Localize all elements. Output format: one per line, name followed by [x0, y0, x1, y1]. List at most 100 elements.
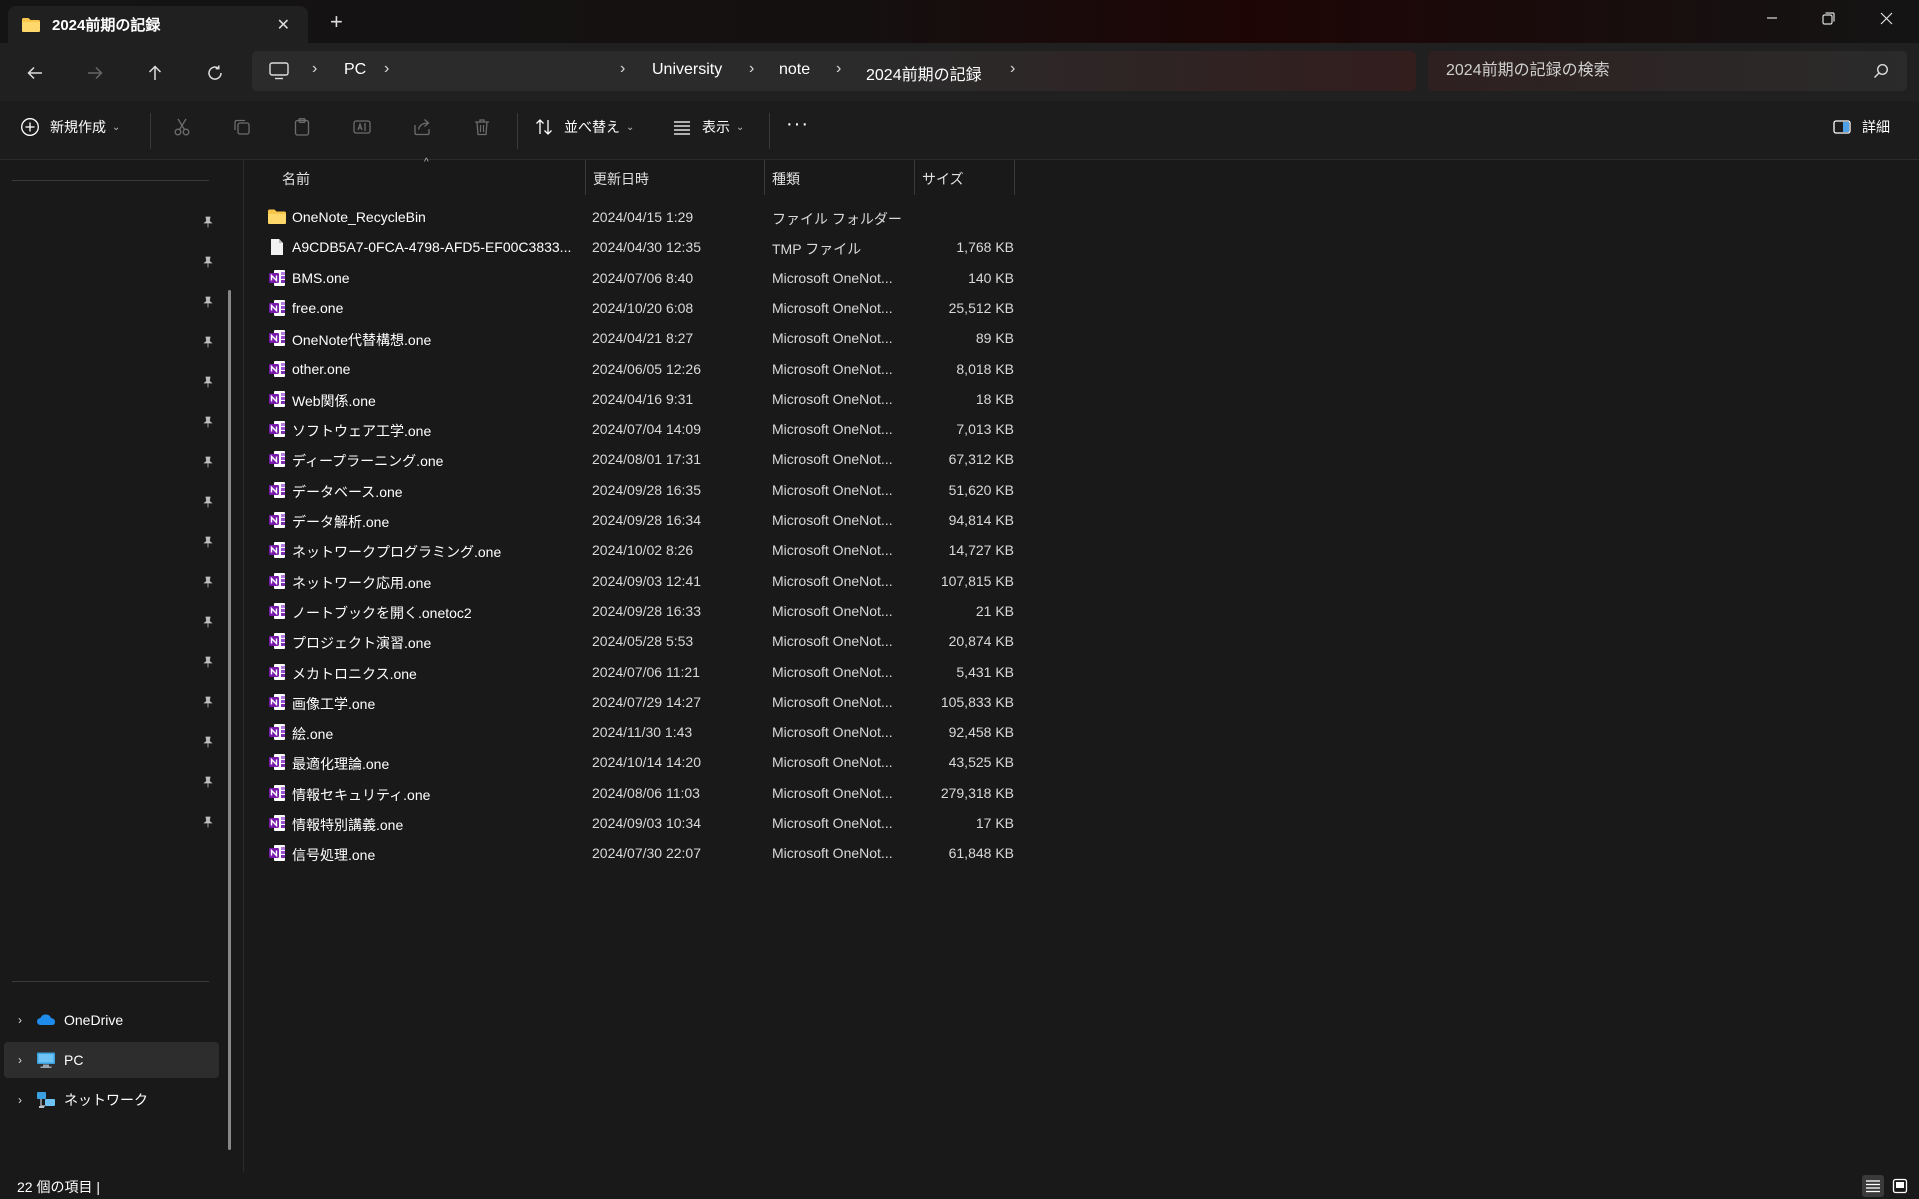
rename-button[interactable] — [352, 117, 372, 137]
minimize-icon[interactable] — [1766, 12, 1778, 24]
file-date: 2024/04/16 9:31 — [592, 390, 694, 407]
pin-icon[interactable] — [202, 576, 214, 588]
file-row[interactable]: A9CDB5A7-0FCA-4798-AFD5-EF00C3833... 2024… — [252, 232, 1262, 262]
file-row[interactable]: ネットワークプログラミング.one 2024/10/02 8:26 Microsof… — [252, 535, 1262, 565]
back-button[interactable] — [20, 58, 50, 88]
file-name: ノートブックを開く.onetoc2 — [292, 604, 472, 621]
pin-icon[interactable] — [202, 816, 214, 828]
pin-icon[interactable] — [202, 376, 214, 388]
pin-icon[interactable] — [202, 776, 214, 788]
share-button[interactable] — [412, 117, 432, 137]
expand-icon[interactable]: › — [4, 1093, 36, 1107]
file-row[interactable]: 画像工学.one 2024/07/29 14:27 Microsoft OneNot… — [252, 687, 1262, 717]
column-header-name[interactable]: 名前 — [282, 160, 310, 195]
folder-icon — [22, 17, 40, 32]
expand-icon[interactable]: › — [4, 1053, 36, 1067]
file-row[interactable]: free.one 2024/10/20 6:08 Microsoft OneNot.… — [252, 293, 1262, 323]
file-row[interactable]: BMS.one 2024/07/06 8:40 Microsoft OneNot..… — [252, 263, 1262, 293]
file-row[interactable]: other.one 2024/06/05 12:26 Microsoft OneNo… — [252, 354, 1262, 384]
sidebar-item-label: PC — [64, 1052, 84, 1068]
pin-icon[interactable] — [202, 736, 214, 748]
forward-button[interactable] — [80, 58, 110, 88]
file-row[interactable]: メカトロニクス.one 2024/07/06 11:21 Microsoft One… — [252, 657, 1262, 687]
close-window-icon[interactable] — [1880, 12, 1893, 25]
up-button[interactable] — [140, 58, 170, 88]
file-row[interactable]: 情報セキュリティ.one 2024/08/06 11:03 Microsoft On… — [252, 778, 1262, 808]
file-row[interactable]: 絵.one 2024/11/30 1:43 Microsoft OneNot... 9… — [252, 717, 1262, 747]
close-tab-icon[interactable]: ✕ — [277, 15, 290, 35]
file-name: データ解析.one — [292, 514, 390, 530]
column-divider[interactable] — [764, 160, 765, 195]
delete-button[interactable] — [472, 117, 492, 137]
arrow-up-icon — [148, 65, 162, 80]
copy-button[interactable] — [232, 117, 252, 137]
file-row[interactable]: OneNote代替構想.one 2024/04/21 8:27 Microsoft … — [252, 323, 1262, 353]
cut-button[interactable] — [172, 117, 192, 137]
column-divider[interactable] — [914, 160, 915, 195]
pin-icon[interactable] — [202, 256, 214, 268]
file-row[interactable]: ノートブックを開く.onetoc2 2024/09/28 16:33 Microso… — [252, 596, 1262, 626]
search-icon[interactable] — [1873, 63, 1889, 79]
file-row[interactable]: ソフトウェア工学.one 2024/07/04 14:09 Microsoft On… — [252, 414, 1262, 444]
file-row[interactable]: ネットワーク応用.one 2024/09/03 12:41 Microsoft On… — [252, 566, 1262, 596]
restore-icon[interactable] — [1822, 12, 1835, 25]
file-row[interactable]: 信号処理.one 2024/07/30 22:07 Microsoft OneNot… — [252, 838, 1262, 868]
column-divider[interactable] — [585, 160, 586, 195]
search-input[interactable] — [1428, 51, 1907, 91]
pin-icon[interactable] — [202, 336, 214, 348]
pin-icon[interactable] — [202, 496, 214, 508]
file-row[interactable]: データ解析.one 2024/09/28 16:34 Microsoft OneNo… — [252, 505, 1262, 535]
new-button[interactable]: 新規作成 ⌄ — [20, 117, 120, 137]
breadcrumb-current[interactable]: 2024前期の記録 — [866, 61, 982, 85]
sidebar-item-onedrive[interactable]: › OneDrive — [4, 1002, 219, 1038]
pin-icon[interactable] — [202, 296, 214, 308]
toolbar-divider — [769, 113, 770, 149]
file-row[interactable]: プロジェクト演習.one 2024/05/28 5:53 Microsoft One… — [252, 626, 1262, 656]
breadcrumb-separator[interactable]: › — [836, 60, 841, 78]
tiles-view-button[interactable] — [1889, 1175, 1911, 1197]
onenote-icon — [269, 693, 285, 710]
plus-circle-icon — [21, 118, 39, 136]
breadcrumb-pc[interactable]: PC — [344, 61, 366, 79]
breadcrumb-separator[interactable]: › — [384, 60, 389, 78]
file-row[interactable]: 最適化理論.one 2024/10/14 14:20 Microsoft OneNo… — [252, 747, 1262, 777]
column-header-date[interactable]: 更新日時 — [593, 160, 649, 195]
paste-button[interactable] — [292, 117, 312, 137]
tab-title: 2024前期の記録 — [52, 17, 161, 34]
pin-icon[interactable] — [202, 696, 214, 708]
refresh-button[interactable] — [200, 58, 230, 88]
details-view-button[interactable] — [1862, 1175, 1884, 1197]
column-header-size[interactable]: サイズ — [922, 160, 964, 195]
address-bar[interactable]: › PC › › University › note › 2024前期の記録 › — [252, 51, 1416, 91]
expand-icon[interactable]: › — [4, 1013, 36, 1027]
column-header-type[interactable]: 種類 — [772, 160, 800, 195]
file-row[interactable]: 情報特別講義.one 2024/09/03 10:34 Microsoft OneN… — [252, 808, 1262, 838]
pin-icon[interactable] — [202, 536, 214, 548]
breadcrumb-university[interactable]: University — [652, 61, 722, 79]
breadcrumb-note[interactable]: note — [779, 61, 810, 79]
breadcrumb-separator[interactable]: › — [749, 60, 754, 78]
pin-icon[interactable] — [202, 456, 214, 468]
file-row[interactable]: データベース.one 2024/09/28 16:35 Microsoft OneN… — [252, 475, 1262, 505]
sidebar-item-network[interactable]: › ネットワーク — [4, 1082, 219, 1118]
pin-icon[interactable] — [202, 616, 214, 628]
sort-button[interactable]: 並べ替え ⌄ — [534, 117, 634, 137]
column-divider[interactable] — [1014, 160, 1015, 195]
view-button[interactable]: 表示 ⌄ — [672, 117, 744, 137]
file-row[interactable]: ディープラーニング.one 2024/08/01 17:31 Microsoft O… — [252, 444, 1262, 474]
pin-icon[interactable] — [202, 216, 214, 228]
file-size: 18 KB — [975, 390, 1014, 407]
more-options-button[interactable]: ··· — [786, 113, 809, 136]
sidebar-scrollbar[interactable] — [228, 290, 231, 1150]
details-pane-button[interactable]: 詳細 — [1832, 117, 1890, 137]
breadcrumb-separator[interactable]: › — [1010, 60, 1015, 78]
file-row[interactable]: Web関係.one 2024/04/16 9:31 Microsoft OneNot… — [252, 384, 1262, 414]
breadcrumb-separator[interactable]: › — [620, 60, 625, 78]
file-row[interactable]: OneNote_RecycleBin 2024/04/15 1:29 ファイル フォ… — [252, 202, 1262, 232]
tab-current[interactable]: 2024前期の記録 ✕ — [8, 6, 308, 43]
new-tab-button[interactable]: + — [330, 9, 343, 35]
file-date: 2024/09/03 12:41 — [592, 572, 701, 589]
pin-icon[interactable] — [202, 656, 214, 668]
pin-icon[interactable] — [202, 416, 214, 428]
sidebar-item-pc[interactable]: › PC — [4, 1042, 219, 1078]
